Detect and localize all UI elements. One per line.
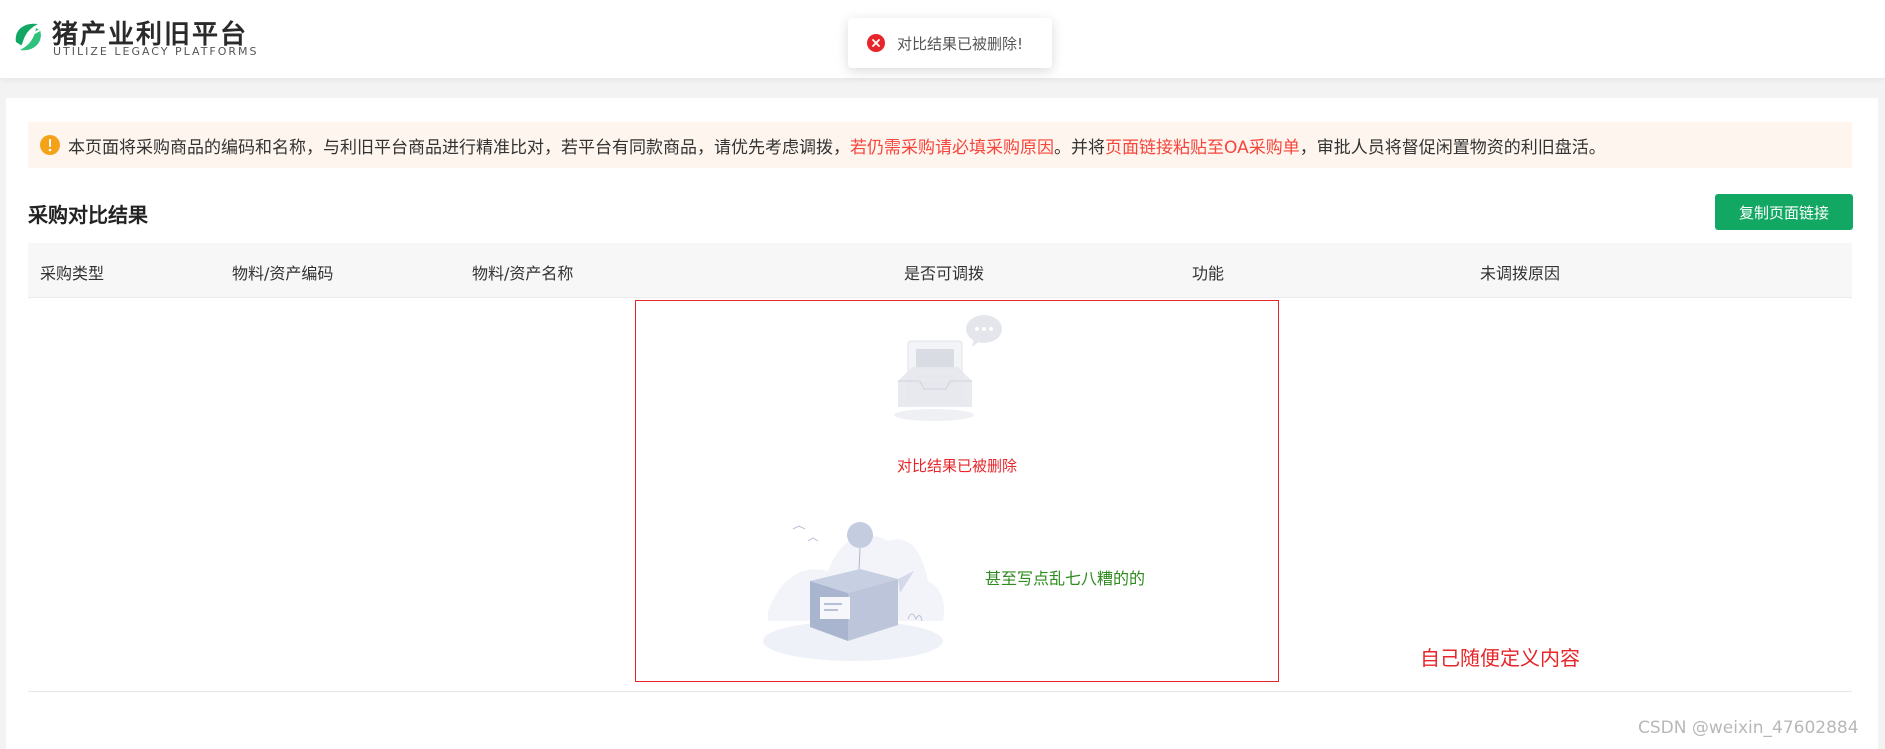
table-bottom-border: [28, 691, 1852, 692]
column-header-function: 功能: [1192, 264, 1225, 283]
empty-deleted-text: 对比结果已被删除: [896, 457, 1017, 475]
notice-text: 本页面将采购商品的编码和名称，与利旧平台商品进行精准比对，若平台有同款商品，请优…: [68, 133, 1606, 158]
watermark: CSDN @weixin_47602884: [1638, 718, 1859, 738]
logo-icon: [15, 23, 41, 51]
custom-note-text: 自己随便定义内容: [1420, 646, 1580, 670]
empty-box-icon: [763, 522, 944, 661]
toast-message: 对比结果已被删除!: [848, 18, 1052, 68]
toast-text: 对比结果已被删除!: [897, 34, 1024, 53]
logo-subtitle: UTILIZE LEGACY PLATFORMS: [53, 45, 259, 58]
main-card: 本页面将采购商品的编码和名称，与利旧平台商品进行精准比对，若平台有同款商品，请优…: [6, 98, 1878, 749]
notice-part3: 。并将: [1054, 137, 1105, 158]
notice-part1: 本页面将采购商品的编码和名称，与利旧平台商品进行精准比对，若平台有同款商品，请优…: [68, 137, 850, 158]
error-circle-icon: [867, 34, 885, 52]
notice-part5: ，审批人员将督促闲置物资的利旧盘活。: [1299, 137, 1606, 158]
notice-highlight-link: 页面链接粘贴至OA采购单: [1105, 137, 1300, 158]
empty-inbox-icon: [894, 315, 1002, 421]
column-header-reason: 未调拨原因: [1480, 264, 1561, 283]
info-circle-icon: [40, 135, 60, 155]
copy-link-button[interactable]: 复制页面链接: [1715, 194, 1853, 230]
section-title: 采购对比结果: [28, 203, 148, 227]
column-header-material-code: 物料/资产编码: [232, 264, 334, 283]
column-header-purchase-type: 采购类型: [40, 264, 105, 283]
notice-banner: 本页面将采购商品的编码和名称，与利旧平台商品进行精准比对，若平台有同款商品，请优…: [28, 122, 1852, 168]
empty-state: 对比结果已被删除 甚至写点乱七八糟的的: [635, 300, 1279, 682]
column-header-material-name: 物料/资产名称: [472, 264, 574, 283]
notice-highlight-reason: 若仍需采购请必填采购原因: [850, 137, 1054, 158]
empty-green-text: 甚至写点乱七八糟的的: [985, 569, 1146, 588]
table-header: 采购类型 物料/资产编码 物料/资产名称 是否可调拨 功能 未调拨原因: [28, 243, 1852, 298]
column-header-transferable: 是否可调拨: [904, 264, 985, 283]
app-header: 猪产业利旧平台 UTILIZE LEGACY PLATFORMS 对比结果已被删…: [0, 0, 1885, 78]
